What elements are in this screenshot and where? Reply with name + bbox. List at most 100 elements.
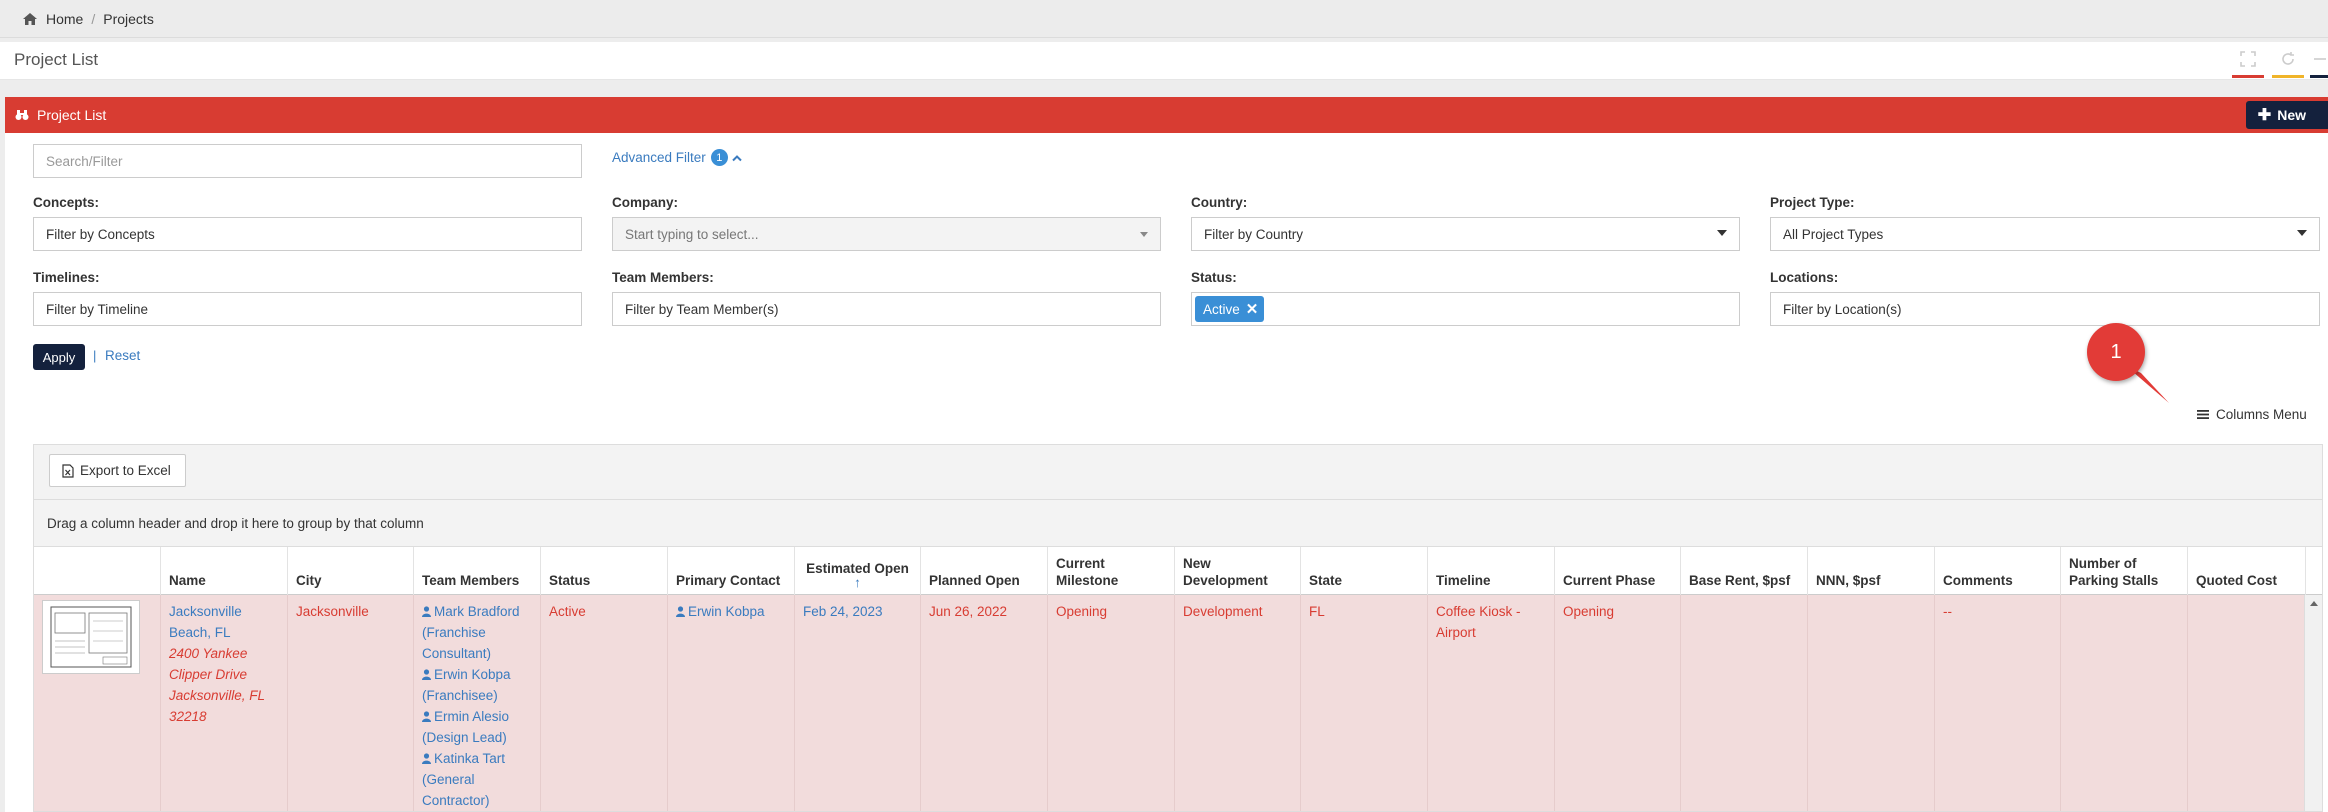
column-header[interactable]: Team Members — [414, 547, 541, 595]
column-header[interactable]: Name — [161, 547, 288, 595]
address-line: Jacksonville, FL — [169, 688, 266, 703]
team-member-line: (Franchisee) — [422, 688, 498, 703]
column-header[interactable]: Status — [541, 547, 668, 595]
column-header[interactable]: New Development — [1175, 547, 1301, 595]
column-header-line: City — [296, 573, 322, 588]
plus-icon: ✚ — [2257, 107, 2272, 124]
column-header-line: New — [1183, 556, 1211, 571]
column-header[interactable]: Comments — [1935, 547, 2061, 595]
team-members-placeholder: Filter by Team Member(s) — [625, 301, 779, 317]
country-label: Country: — [1191, 195, 1248, 210]
chevron-up-icon — [732, 154, 742, 161]
project-name-line: Beach, FL — [169, 625, 231, 640]
collapse-button[interactable] — [2308, 48, 2328, 78]
column-header[interactable]: Current Milestone — [1048, 547, 1175, 595]
user-icon — [676, 606, 685, 617]
comments-cell: -- — [1935, 595, 2061, 811]
team-member-name: Erwin Kobpa — [434, 667, 511, 682]
close-icon[interactable]: ✕ — [1246, 300, 1259, 318]
status-label: Status: — [1191, 270, 1237, 285]
fullscreen-button[interactable] — [2228, 48, 2268, 78]
panel-header: Project List ✚ New — [5, 97, 2328, 133]
locations-filter[interactable]: Filter by Location(s) — [1770, 292, 2320, 326]
team-members-filter[interactable]: Filter by Team Member(s) — [612, 292, 1161, 326]
column-header[interactable]: Quoted Cost — [2188, 547, 2306, 595]
column-header[interactable]: City — [288, 547, 414, 595]
column-header[interactable]: Estimated Open ↑ — [795, 547, 921, 595]
home-icon[interactable] — [22, 12, 38, 26]
address-line: 2400 Yankee — [169, 646, 248, 661]
status-chip[interactable]: Active ✕ — [1195, 296, 1265, 322]
column-header[interactable]: State — [1301, 547, 1428, 595]
refresh-icon — [2282, 52, 2294, 65]
column-header[interactable]: Base Rent, $psf — [1681, 547, 1808, 595]
column-header-line: Team Members — [422, 573, 520, 588]
timelines-placeholder: Filter by Timeline — [46, 301, 149, 317]
column-header[interactable]: NNN, $psf — [1808, 547, 1935, 595]
column-header[interactable]: Planned Open — [921, 547, 1048, 595]
menu-icon — [2197, 410, 2209, 419]
chevron-down-icon — [1717, 230, 1727, 236]
breadcrumb-current[interactable]: Projects — [103, 11, 154, 27]
column-header-line: Parking Stalls — [2069, 573, 2159, 588]
reset-link[interactable]: Reset — [105, 348, 140, 363]
column-header[interactable]: Number of Parking Stalls — [2061, 547, 2188, 595]
column-header-line: Number of — [2069, 556, 2137, 571]
primary-contact-link[interactable]: Erwin Kobpa — [676, 604, 765, 619]
timelines-filter[interactable]: Filter by Timeline — [33, 292, 582, 326]
team-member-link[interactable]: Erwin Kobpa (Franchisee) — [422, 664, 532, 706]
column-header-line: NNN, $psf — [1816, 573, 1881, 588]
refresh-button[interactable] — [2268, 48, 2308, 78]
timelines-label: Timelines: — [33, 270, 100, 285]
column-header-line: Development — [1183, 573, 1268, 588]
company-select[interactable]: Start typing to select... — [612, 217, 1161, 251]
export-label: Export to Excel — [80, 463, 171, 478]
quoted-cost-cell — [2188, 595, 2306, 811]
locations-label: Locations: — [1770, 270, 1839, 285]
user-icon — [422, 711, 431, 722]
locations-placeholder: Filter by Location(s) — [1783, 301, 1902, 317]
project-name-link[interactable]: Jacksonville Beach, FL — [169, 601, 279, 643]
timeline-line: Airport — [1436, 625, 1476, 640]
search-input[interactable]: Search/Filter — [33, 144, 582, 178]
team-member-link[interactable]: Ermin Alesio (Design Lead) — [422, 706, 532, 748]
team-member-link[interactable]: Mark Bradford (Franchise Consultant) — [422, 601, 532, 664]
new-development-cell: Development — [1175, 595, 1301, 811]
column-header-line: Name — [169, 573, 206, 588]
new-project-button[interactable]: ✚ New — [2245, 101, 2328, 129]
column-header[interactable]: Timeline — [1428, 547, 1555, 595]
user-icon — [422, 606, 431, 617]
binoculars-icon — [15, 110, 29, 120]
column-header[interactable]: Current Phase — [1555, 547, 1681, 595]
thumbnail-cell — [34, 595, 161, 811]
grid-scrollbar[interactable] — [2304, 595, 2322, 811]
team-member-link[interactable]: Katinka Tart (General Contractor) — [422, 748, 532, 811]
apply-button[interactable]: Apply — [33, 344, 85, 370]
columns-menu-button[interactable]: Columns Menu — [2197, 407, 2307, 422]
advanced-filter-toggle[interactable]: Advanced Filter 1 — [612, 149, 742, 166]
column-header-line: Timeline — [1436, 573, 1491, 588]
status-filter[interactable]: Active ✕ — [1191, 292, 1740, 326]
column-header[interactable]: Primary Contact — [668, 547, 795, 595]
scroll-up-icon[interactable] — [2310, 601, 2318, 606]
group-hint: Drag a column header and drop it here to… — [47, 515, 424, 531]
chevron-down-icon — [1140, 232, 1148, 237]
export-excel-button[interactable]: Export to Excel — [49, 454, 186, 487]
panel-title: Project List — [37, 107, 107, 123]
team-member-line: (Design Lead) — [422, 730, 507, 745]
site-plan-thumbnail[interactable] — [42, 600, 140, 674]
team-member-line: (General — [422, 772, 475, 787]
search-placeholder: Search/Filter — [46, 153, 123, 169]
group-drop-area[interactable]: Drag a column header and drop it here to… — [34, 500, 2322, 547]
table-row[interactable]: Jacksonville Beach, FL 2400 Yankee Clipp… — [34, 595, 2322, 811]
breadcrumb-home-link[interactable]: Home — [46, 11, 83, 27]
project-name-line: Jacksonville — [169, 604, 242, 619]
address-line: Clipper Drive — [169, 667, 248, 682]
concepts-filter[interactable]: Filter by Concepts — [33, 217, 582, 251]
project-type-label: Project Type: — [1770, 195, 1855, 210]
company-placeholder: Start typing to select... — [625, 226, 759, 242]
project-type-select[interactable]: All Project Types — [1770, 217, 2320, 251]
columns-menu-label: Columns Menu — [2216, 407, 2307, 422]
team-member-line: Consultant) — [422, 646, 492, 661]
country-select[interactable]: Filter by Country — [1191, 217, 1740, 251]
